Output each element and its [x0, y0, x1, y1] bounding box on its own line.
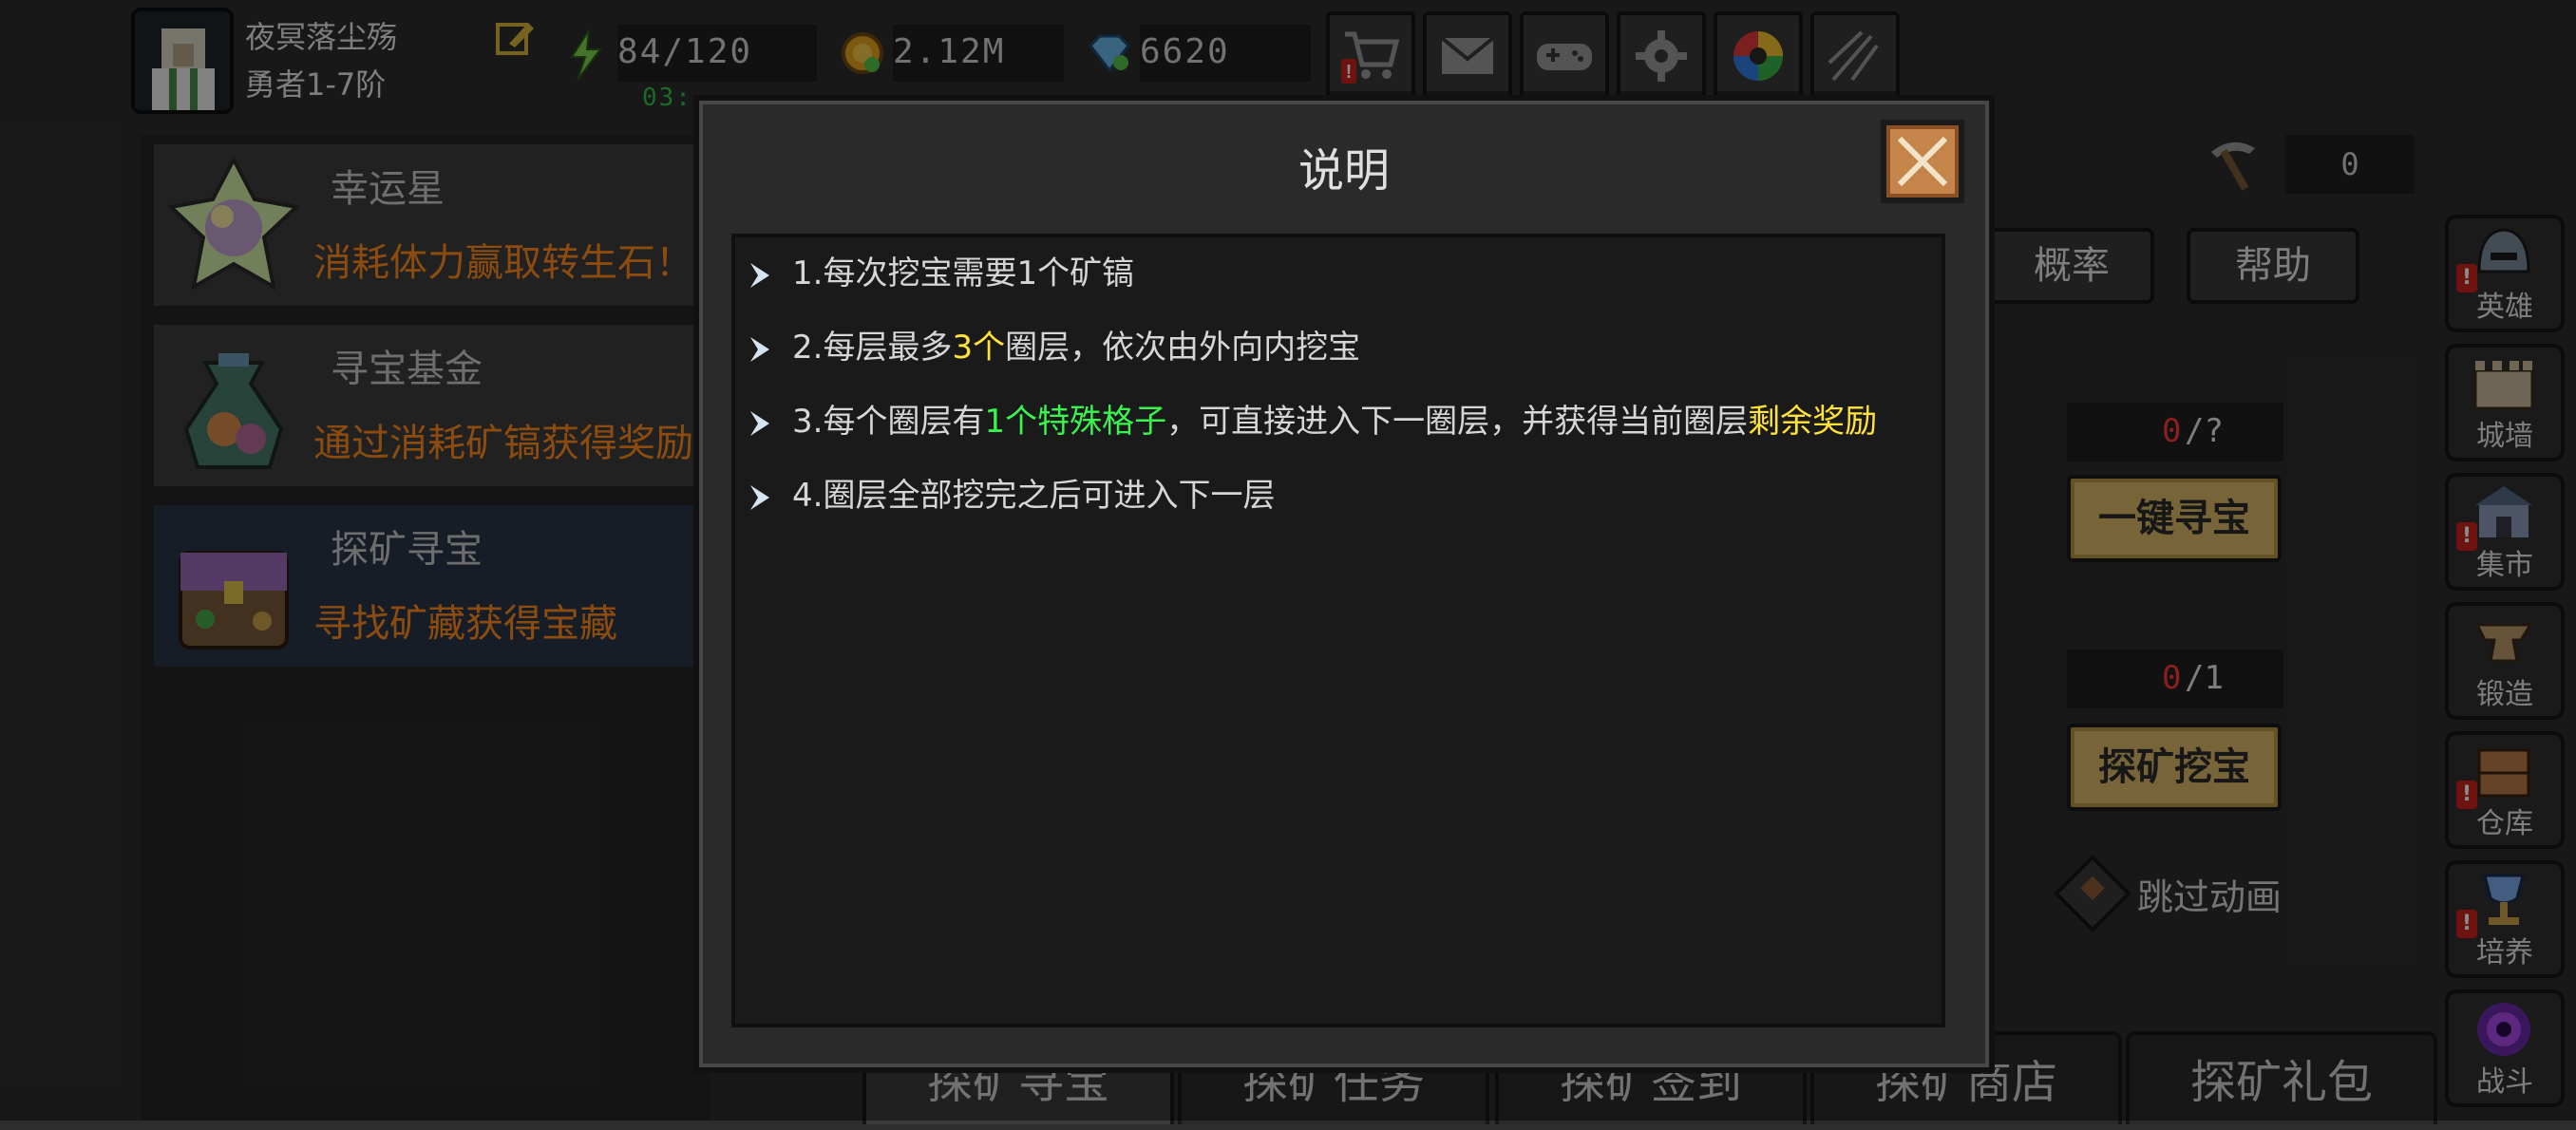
info-dialog: 说明 1.每次挖宝需要1个矿镐 2.每层最多3个圈层，依次由外向内挖宝 3.每个… [693, 95, 1995, 1073]
close-icon [1897, 136, 1948, 187]
chevron-right-icon [750, 262, 769, 288]
chevron-right-icon [750, 336, 769, 362]
rule-item: 2.每层最多3个圈层，依次由外向内挖宝 [747, 321, 1360, 372]
rule-item: 1.每次挖宝需要1个矿镐 [747, 247, 1134, 298]
chevron-right-icon [750, 410, 769, 436]
rule-item: 4.圈层全部挖完之后可进入下一层 [747, 469, 1275, 520]
chevron-right-icon [750, 484, 769, 510]
dialog-title: 说明 [1297, 144, 1390, 198]
dialog-body: 1.每次挖宝需要1个矿镐 2.每层最多3个圈层，依次由外向内挖宝 3.每个圈层有… [731, 234, 1945, 1027]
rule-item: 3.每个圈层有1个特殊格子，可直接进入下一圈层，并获得当前圈层剩余奖励 [747, 395, 1877, 446]
close-button[interactable] [1881, 120, 1964, 203]
